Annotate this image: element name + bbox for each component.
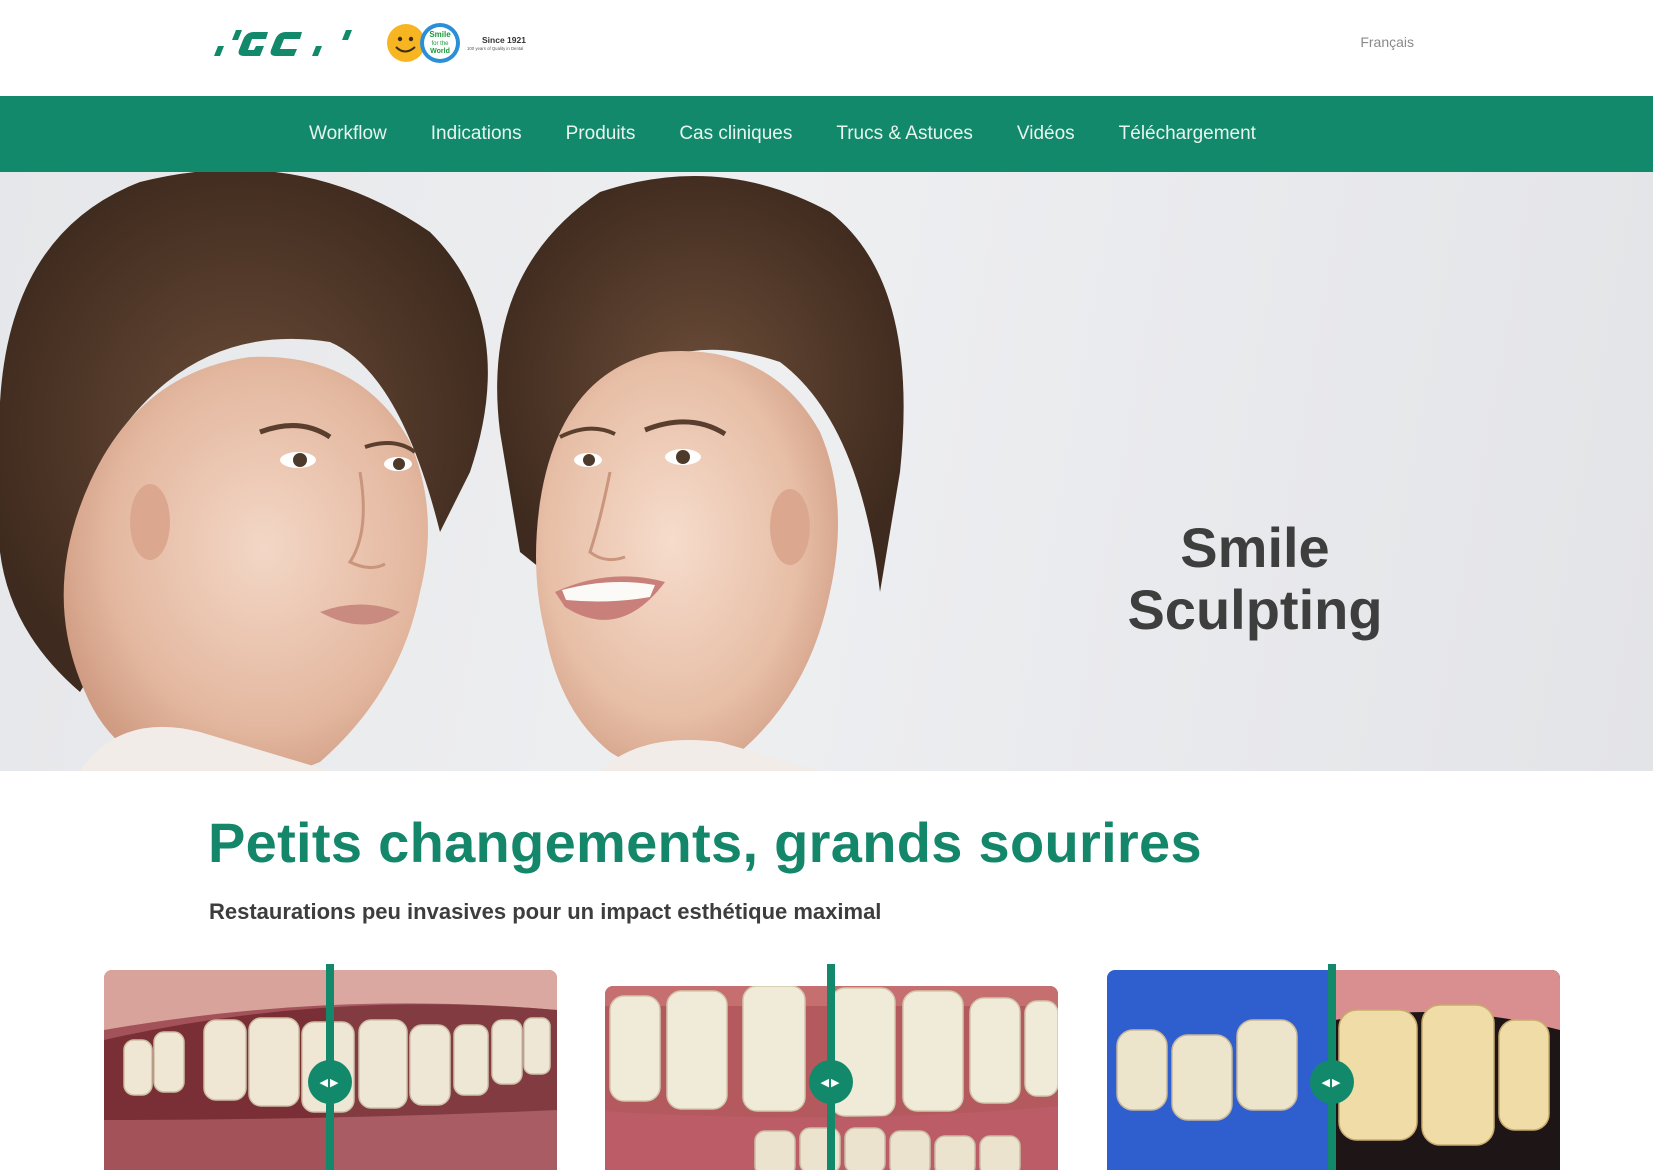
section-subheading: Restaurations peu invasives pour un impa… [209, 899, 882, 924]
hero-title-line2: Sculpting [1127, 578, 1383, 641]
badge-word-1: Smile [429, 30, 451, 39]
portrait-left [0, 172, 488, 771]
drag-handle-3[interactable]: ◀▶ [1310, 1060, 1354, 1104]
drag-handle-2[interactable]: ◀▶ [809, 1060, 853, 1104]
drag-handle-1[interactable]: ◀▶ [308, 1060, 352, 1104]
nav-item-videos[interactable]: Vidéos [1017, 123, 1075, 145]
site-header: Smile for the World Since 1921 100 years… [0, 0, 1653, 96]
language-selector[interactable]: Français [1300, 34, 1414, 50]
tagline-text: 100 years of Quality in Dental [467, 46, 523, 51]
anniversary-badge-logo: Smile for the World Since 1921 100 years… [387, 23, 526, 63]
section-headline: Petits changements, grands sourires [208, 811, 1202, 874]
hero-title: Smile Sculpting [1080, 517, 1430, 641]
nav-item-indications[interactable]: Indications [431, 123, 522, 145]
nav-item-cas-cliniques[interactable]: Cas cliniques [679, 123, 792, 145]
main-navigation: Workflow Indications Produits Cas cliniq… [0, 96, 1653, 172]
nav-item-trucs-astuces[interactable]: Trucs & Astuces [836, 123, 973, 145]
hero-portraits-image [0, 172, 904, 771]
hero-title-line1: Smile [1180, 516, 1330, 579]
drag-arrows-icon: ◀▶ [1321, 1075, 1343, 1089]
gc-logo[interactable] [210, 26, 358, 60]
portrait-right [497, 176, 904, 771]
nav-item-telechargement[interactable]: Téléchargement [1119, 123, 1256, 145]
nav-item-workflow[interactable]: Workflow [309, 123, 387, 145]
drag-arrows-icon: ◀▶ [820, 1075, 842, 1089]
drag-arrows-icon: ◀▶ [319, 1075, 341, 1089]
badge-word-2: for the [431, 41, 449, 47]
badge-word-3: World [430, 48, 450, 55]
nav-item-produits[interactable]: Produits [566, 123, 636, 145]
since-text: Since 1921 [482, 35, 526, 45]
hero-banner: Smile Sculpting [0, 172, 1653, 771]
